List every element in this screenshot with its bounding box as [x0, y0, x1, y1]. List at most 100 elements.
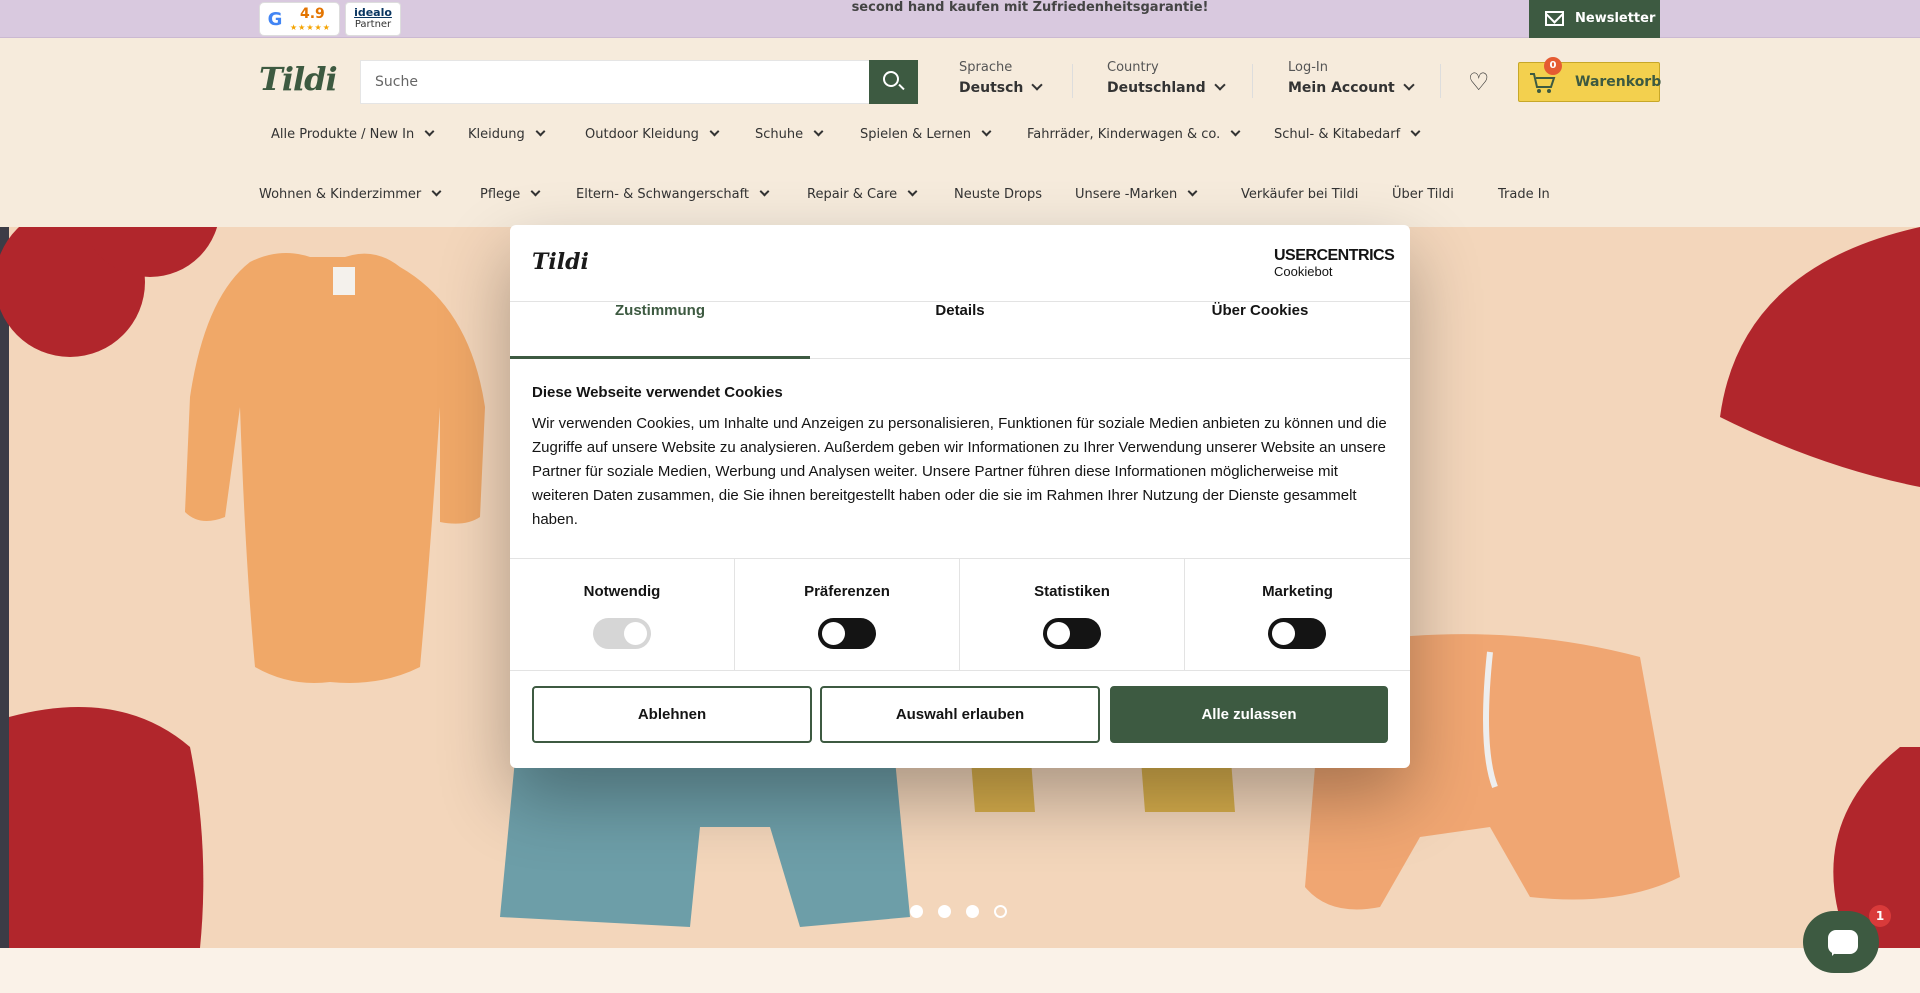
chevron-down-icon — [1403, 79, 1415, 91]
chat-bubble-icon — [1828, 930, 1858, 956]
nav-item-clothing[interactable]: Kleidung — [468, 126, 546, 142]
nav-label: Eltern- & Schwangerschaft — [576, 187, 750, 202]
chevron-down-icon — [813, 126, 824, 137]
provider-sub: Cookiebot — [1274, 264, 1333, 279]
nav-item-all-products[interactable]: Alle Produkte / New In — [271, 126, 435, 142]
cart-count-badge: 0 — [1544, 57, 1562, 75]
tab-details[interactable]: Details — [810, 302, 1110, 359]
nav-label: Unsere -Marken — [1075, 187, 1178, 202]
category-label: Marketing — [1262, 583, 1333, 600]
nav-item-care[interactable]: Pflege — [480, 186, 541, 202]
toggle-knob — [1272, 622, 1295, 645]
nav-label: Trade In — [1498, 187, 1550, 202]
cart-button[interactable]: 0 Warenkorb — [1518, 57, 1662, 102]
chevron-down-icon — [759, 186, 770, 197]
provider-name: USERCENTRICS — [1274, 247, 1395, 264]
idealo-partner-badge[interactable]: idealo Partner — [345, 2, 401, 36]
tab-consent[interactable]: Zustimmung — [510, 302, 810, 359]
nav-item-trade-in[interactable]: Trade In — [1498, 187, 1550, 202]
chevron-down-icon — [431, 186, 442, 197]
marketing-toggle[interactable] — [1268, 618, 1326, 649]
divider — [1440, 64, 1441, 98]
newsletter-button[interactable]: Newsletter — [1529, 0, 1660, 38]
tab-about-cookies[interactable]: Über Cookies — [1110, 302, 1410, 359]
chevron-down-icon — [424, 126, 435, 137]
category-statistics: Statistiken — [960, 559, 1185, 671]
chevron-down-icon — [530, 186, 541, 197]
chat-button[interactable]: 1 — [1803, 905, 1891, 973]
chevron-down-icon — [1031, 79, 1044, 91]
slider-dot[interactable] — [938, 905, 951, 918]
divider — [1072, 64, 1073, 98]
chevron-down-icon — [709, 126, 720, 137]
nav-item-brands[interactable]: Unsere -Marken — [1075, 186, 1198, 202]
search-button[interactable] — [869, 60, 918, 104]
nav-item-play-learn[interactable]: Spielen & Lernen — [860, 126, 992, 142]
newsletter-label: Newsletter — [1575, 11, 1656, 26]
account-menu[interactable]: Log-In Mein Account — [1288, 60, 1415, 96]
nav-item-new-drops[interactable]: Neuste Drops — [954, 187, 1042, 202]
category-marketing: Marketing — [1185, 559, 1410, 671]
toggle-knob — [624, 622, 647, 645]
star-rating-icon: ★★★★★ — [290, 23, 331, 32]
wishlist-heart-icon[interactable]: ♡ — [1468, 70, 1494, 94]
site-logo[interactable]: Tildi — [259, 60, 338, 98]
google-rating: 4.9 — [300, 6, 325, 22]
necessary-toggle — [593, 618, 651, 649]
chat-unread-badge: 1 — [1869, 905, 1891, 927]
slider-dot[interactable] — [966, 905, 979, 918]
nav-item-outdoor[interactable]: Outdoor Kleidung — [585, 126, 720, 142]
google-rating-badge[interactable]: G 4.9 ★★★★★ — [259, 2, 340, 36]
nav-label: Outdoor Kleidung — [585, 127, 699, 142]
language-value: Deutsch — [959, 80, 1024, 96]
category-label: Statistiken — [1034, 583, 1110, 600]
nav-item-bikes-strollers[interactable]: Fahrräder, Kinderwagen & co. — [1027, 126, 1241, 142]
country-value: Deutschland — [1107, 80, 1206, 96]
language-selector[interactable]: Sprache Deutsch — [959, 60, 1044, 96]
nav-label: Repair & Care — [807, 187, 898, 202]
nav-label: Kleidung — [468, 127, 525, 142]
nav-item-living[interactable]: Wohnen & Kinderzimmer — [259, 186, 442, 202]
language-caption: Sprache — [959, 60, 1013, 75]
nav-label: Spielen & Lernen — [860, 127, 971, 142]
nav-item-school[interactable]: Schul- & Kitabedarf — [1274, 126, 1421, 142]
nav-item-sellers[interactable]: Verkäufer bei Tildi — [1241, 187, 1358, 202]
statistics-toggle[interactable] — [1043, 618, 1101, 649]
cookiebot-logo: USERCENTRICS Cookiebot — [1274, 247, 1395, 279]
nav-item-parents[interactable]: Eltern- & Schwangerschaft — [576, 186, 770, 202]
allow-selection-button[interactable]: Auswahl erlauben — [820, 686, 1100, 743]
nav-label: Verkäufer bei Tildi — [1241, 187, 1359, 202]
nav-label: Alle Produkte / New In — [271, 127, 415, 142]
nav-item-repair[interactable]: Repair & Care — [807, 186, 918, 202]
announcement-bar: G 4.9 ★★★★★ idealo Partner second hand k… — [0, 0, 1920, 38]
account-caption: Log-In — [1288, 60, 1328, 75]
cookie-categories: Notwendig Präferenzen Statistiken Market… — [510, 558, 1410, 671]
dialog-logo: Tildi — [532, 249, 589, 275]
search-input[interactable] — [360, 60, 870, 104]
slider-dots — [910, 905, 1020, 919]
chevron-down-icon — [1410, 126, 1421, 137]
decline-button[interactable]: Ablehnen — [532, 686, 812, 743]
category-preferences: Präferenzen — [735, 559, 960, 671]
dialog-text: Wir verwenden Cookies, um Inhalte und An… — [532, 415, 1387, 528]
cart-label: Warenkorb — [1575, 74, 1662, 90]
allow-all-button[interactable]: Alle zulassen — [1110, 686, 1388, 743]
divider — [1252, 64, 1253, 98]
dialog-tabs: Zustimmung Details Über Cookies — [510, 302, 1410, 359]
cookie-consent-dialog: Tildi USERCENTRICS Cookiebot Zustimmung … — [510, 225, 1410, 768]
account-value: Mein Account — [1288, 80, 1395, 96]
slider-dot-active[interactable] — [994, 905, 1007, 918]
dialog-title: Diese Webseite verwendet Cookies — [532, 384, 783, 401]
nav-item-shoes[interactable]: Schuhe — [755, 126, 824, 142]
toggle-knob — [1047, 622, 1070, 645]
idealo-name: idealo — [354, 6, 392, 19]
country-selector[interactable]: Country Deutschland — [1107, 60, 1226, 96]
category-label: Präferenzen — [804, 583, 890, 600]
promo-text: second hand kaufen mit Zufriedenheitsgar… — [851, 0, 1209, 15]
nav-label: Pflege — [480, 187, 521, 202]
preferences-toggle[interactable] — [818, 618, 876, 649]
chevron-down-icon — [1230, 126, 1241, 137]
slider-dot[interactable] — [910, 905, 923, 918]
nav-item-about[interactable]: Über Tildi — [1392, 187, 1454, 202]
country-caption: Country — [1107, 60, 1159, 75]
